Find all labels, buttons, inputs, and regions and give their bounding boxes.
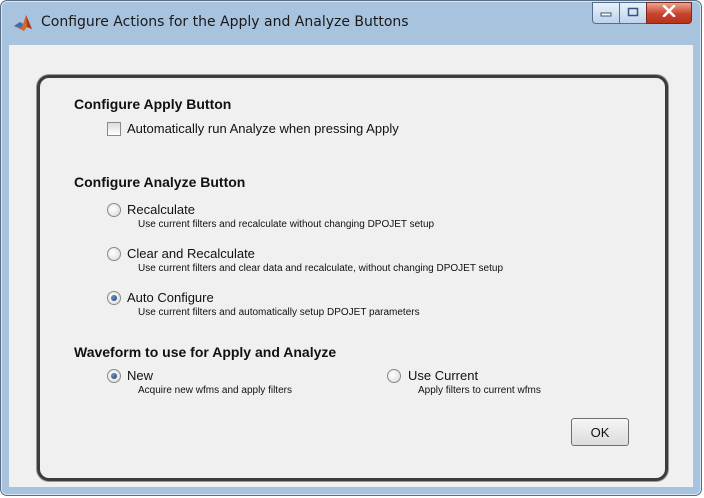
auto-analyze-checkbox[interactable] <box>107 122 121 136</box>
auto-configure-radio[interactable] <box>107 291 121 305</box>
recalculate-radio[interactable] <box>107 203 121 217</box>
waveform-new-desc: Acquire new wfms and apply filters <box>138 385 292 396</box>
title-bar[interactable]: Configure Actions for the Apply and Anal… <box>1 1 701 45</box>
clear-recalculate-label[interactable]: Clear and Recalculate <box>127 246 255 261</box>
window-title: Configure Actions for the Apply and Anal… <box>41 14 409 30</box>
close-button[interactable] <box>646 2 692 24</box>
ok-button[interactable]: OK <box>571 418 629 446</box>
waveform-current-radio[interactable] <box>387 369 401 383</box>
recalculate-label[interactable]: Recalculate <box>127 202 195 217</box>
clear-recalculate-desc: Use current filters and clear data and r… <box>138 263 504 274</box>
dialog-client-area: Configure Apply Button Automatically run… <box>9 45 693 487</box>
waveform-section-heading: Waveform to use for Apply and Analyze <box>74 344 337 360</box>
waveform-new-label[interactable]: New <box>127 368 153 383</box>
waveform-current-desc: Apply filters to current wfms <box>418 385 541 396</box>
clear-recalculate-radio[interactable] <box>107 247 121 261</box>
waveform-new-radio[interactable] <box>107 369 121 383</box>
auto-configure-label[interactable]: Auto Configure <box>127 290 214 305</box>
auto-configure-desc: Use current filters and automatically se… <box>138 307 420 318</box>
apply-section-heading: Configure Apply Button <box>74 96 232 112</box>
caption-buttons <box>592 2 692 24</box>
maximize-icon <box>627 4 639 22</box>
dialog-window: Configure Actions for the Apply and Anal… <box>0 0 702 496</box>
auto-analyze-label[interactable]: Automatically run Analyze when pressing … <box>127 121 399 136</box>
radio-selected-dot <box>111 373 117 379</box>
radio-selected-dot <box>111 295 117 301</box>
recalculate-desc: Use current filters and recalculate with… <box>138 219 435 230</box>
matlab-icon <box>13 13 33 33</box>
analyze-section-heading: Configure Analyze Button <box>74 174 246 190</box>
waveform-current-label[interactable]: Use Current <box>408 368 478 383</box>
minimize-button[interactable] <box>592 2 619 24</box>
maximize-button[interactable] <box>619 2 646 24</box>
minimize-icon <box>600 4 612 22</box>
close-icon <box>662 4 676 22</box>
